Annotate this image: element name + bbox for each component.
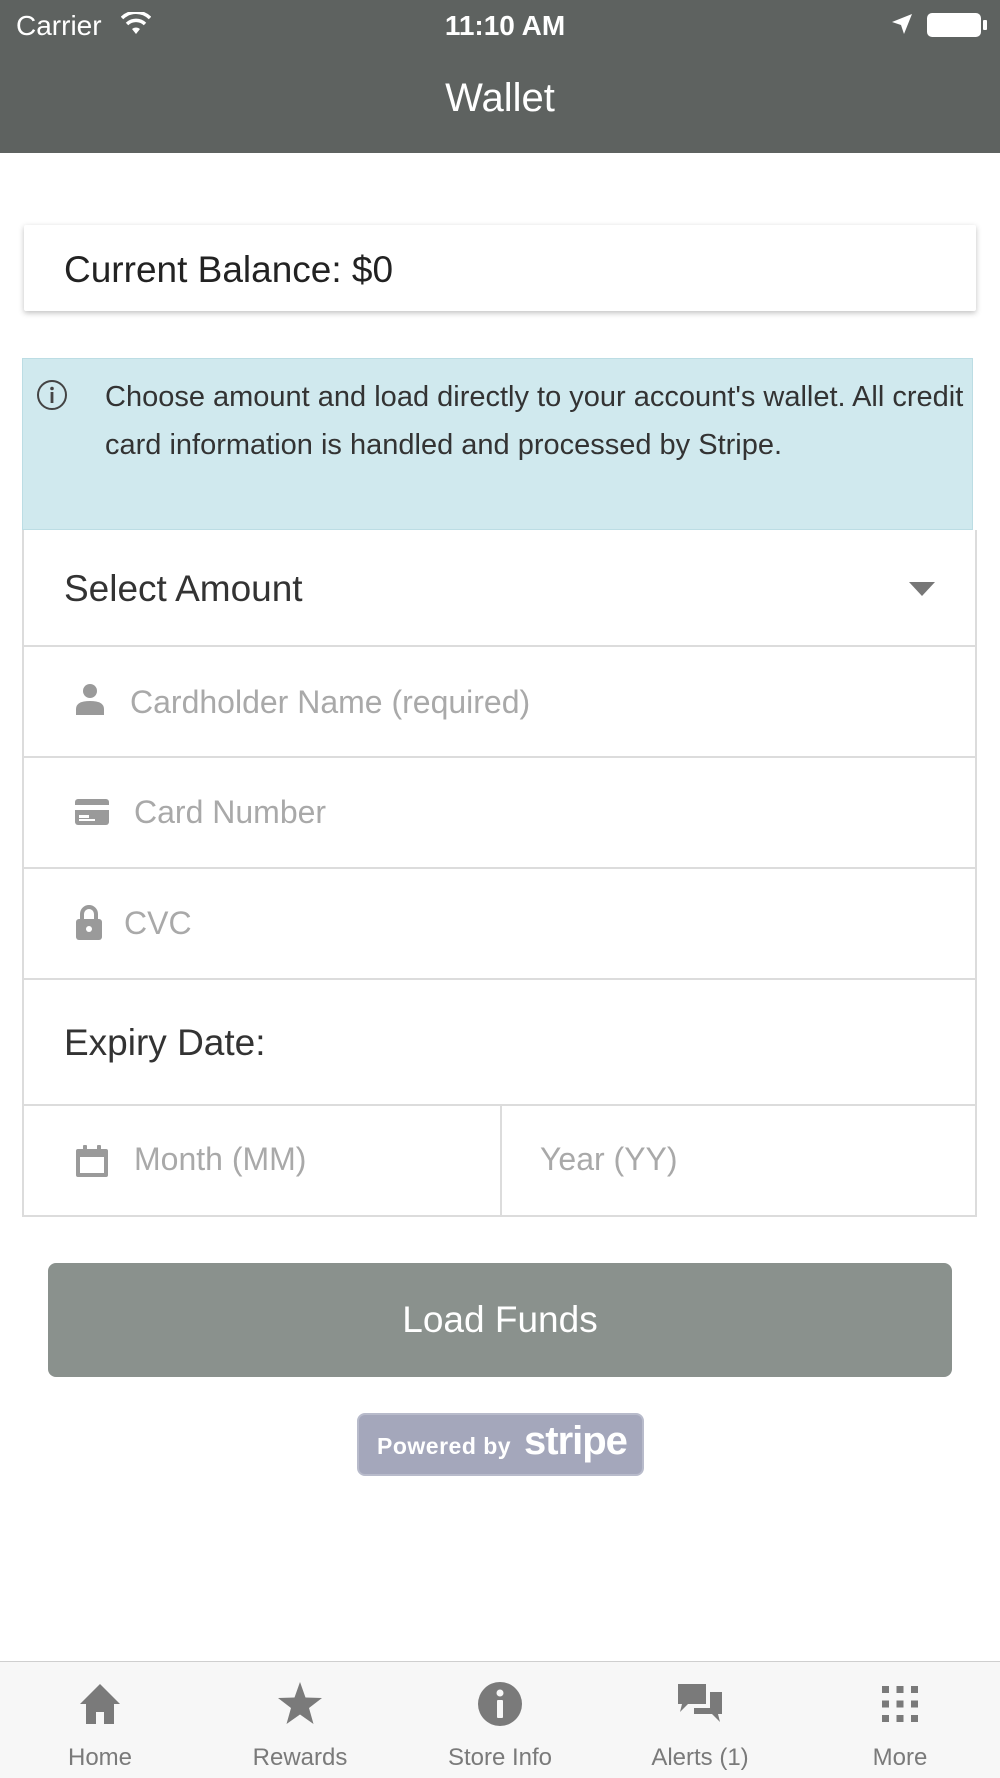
cardholder-row [24,647,975,758]
battery-icon [927,13,987,37]
calendar-icon [76,1145,108,1177]
load-funds-button[interactable]: Load Funds [48,1263,952,1377]
lock-icon [76,905,102,940]
chat-bubbles-icon [678,1684,722,1722]
info-icon [478,1682,522,1726]
tab-label-more: More [872,1744,928,1771]
info-circle-icon [37,380,67,410]
page-title: Wallet [445,76,555,120]
location-arrow-icon [892,14,912,34]
tab-label-alerts: Alerts (1) [651,1744,749,1771]
home-icon [80,1684,120,1724]
status-bar: Carrier 11:10 AM [0,0,1000,50]
cvc-row [24,869,975,980]
card-number-field[interactable] [134,787,914,837]
expiry-month-field[interactable] [134,1134,474,1184]
tab-more[interactable]: More [800,1662,1000,1778]
powered-by-stripe-badge[interactable]: Powered by stripe [357,1413,644,1476]
amount-select[interactable]: Select Amount [24,530,975,647]
star-icon [278,1682,322,1724]
powered-by-label: Powered by [377,1433,512,1459]
tab-bar: Home Rewards Store Info Alerts (1) More [0,1661,1000,1778]
tab-store-info[interactable]: Store Info [400,1662,600,1778]
current-balance: Current Balance: $0 [64,249,394,290]
info-alert: Choose amount and load directly to your … [22,358,973,530]
credit-card-icon [75,799,109,825]
user-icon [76,684,104,715]
cvc-field[interactable] [124,898,904,948]
expiry-inputs-row [24,1106,975,1215]
expiry-row: Expiry Date: [24,980,975,1106]
payment-form: Select Amount Expiry Date: [22,530,977,1217]
status-time: 11:10 AM [444,10,566,41]
select-amount-label: Select Amount [64,568,303,609]
card-number-row [24,758,975,869]
tab-label-rewards: Rewards [252,1744,348,1771]
expiry-date-label: Expiry Date: [64,1022,266,1063]
divider [500,1106,502,1215]
tab-label-home: Home [67,1744,133,1771]
tab-home[interactable]: Home [0,1662,200,1778]
info-message: Choose amount and load directly to your … [105,381,964,461]
balance-card: Current Balance: $0 [24,225,976,311]
chevron-down-icon [909,582,935,596]
nav-header: Carrier 11:10 AM Wallet [0,0,1000,153]
stripe-logo: stripe [524,1419,628,1463]
expiry-year-field[interactable] [540,1134,940,1184]
tab-label-store-info: Store Info [447,1744,553,1771]
tab-alerts[interactable]: Alerts (1) [600,1662,800,1778]
cardholder-name-field[interactable] [130,677,910,727]
tab-rewards[interactable]: Rewards [200,1662,400,1778]
grid-icon [882,1686,918,1722]
